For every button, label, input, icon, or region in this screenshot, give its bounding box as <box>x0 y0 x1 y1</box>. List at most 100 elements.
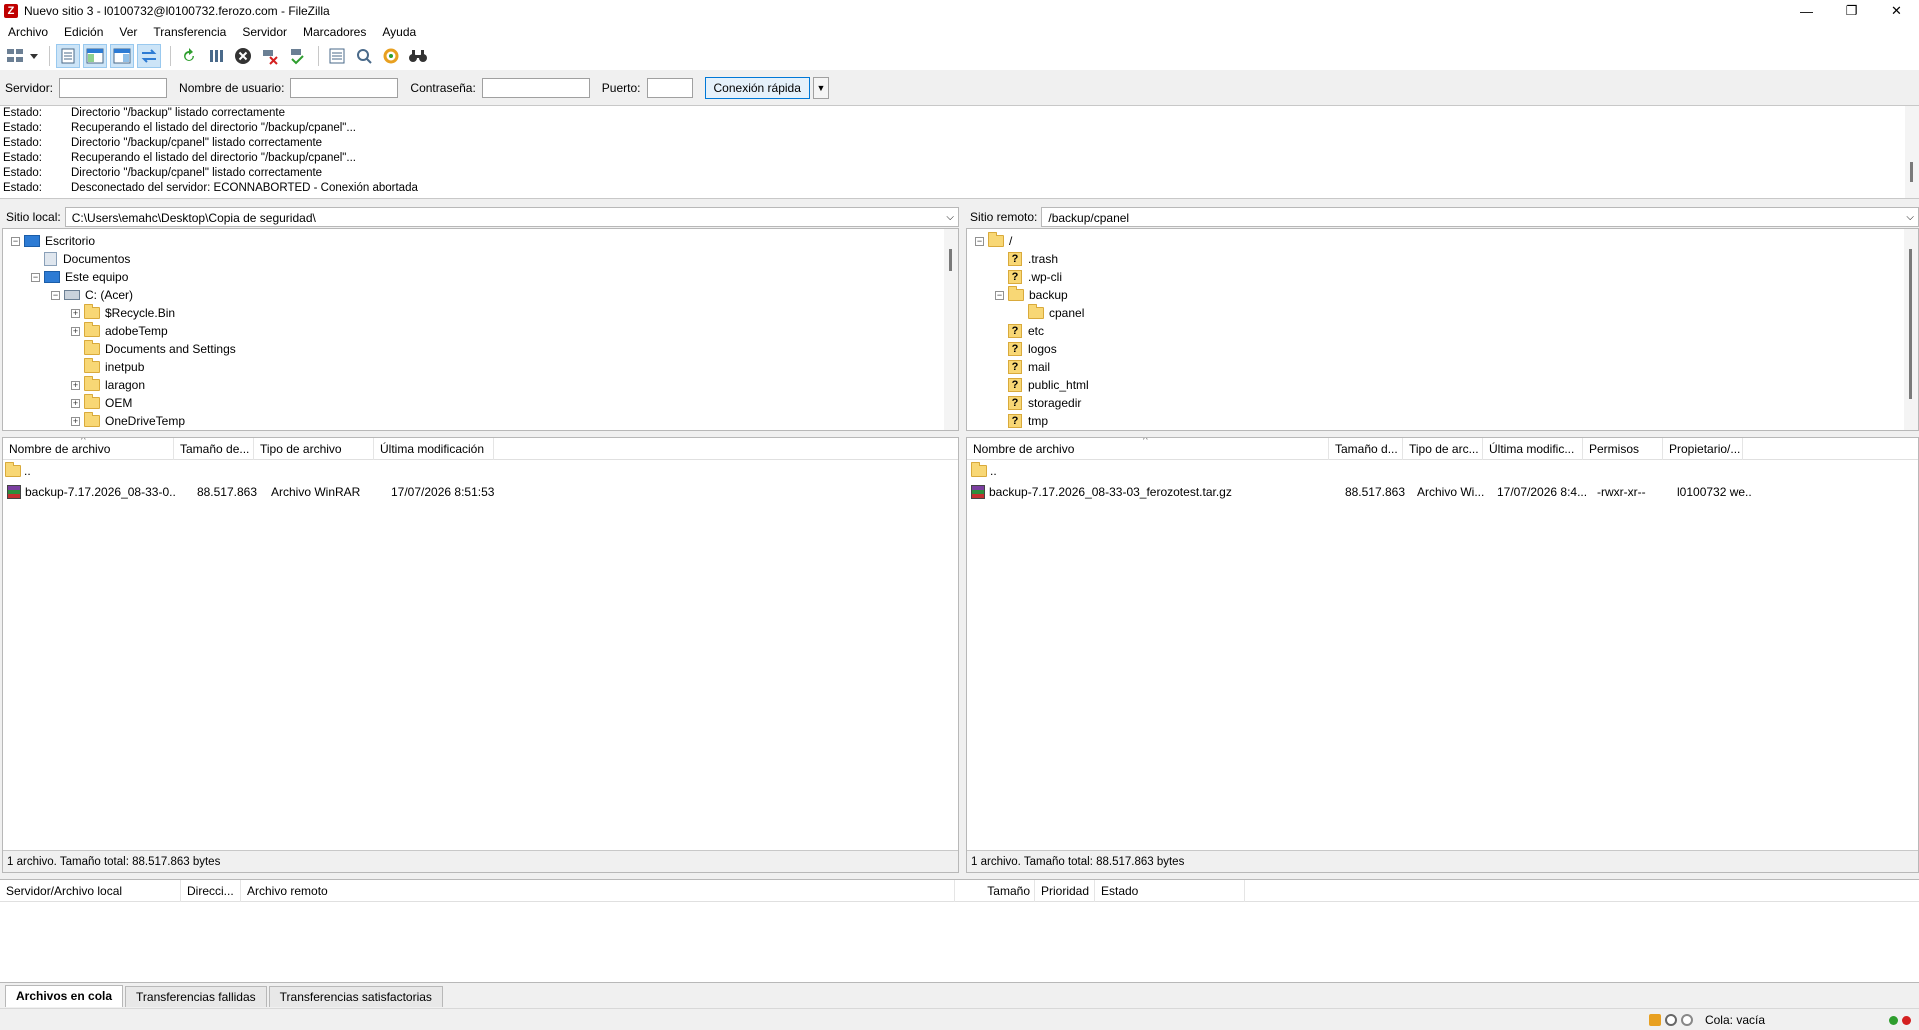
toggle-queue-icon[interactable] <box>137 44 161 68</box>
remote-tree-item[interactable]: ? .trash <box>967 250 1918 268</box>
message-log[interactable]: Estado: Directorio "/backup" listado corr… <box>0 105 1919 199</box>
filter-icon[interactable] <box>325 44 349 68</box>
collapse-icon[interactable]: − <box>51 290 60 300</box>
collapse-icon[interactable]: − <box>975 236 984 246</box>
remote-tree-item[interactable]: − / <box>967 232 1918 250</box>
local-tree-item[interactable]: + laragon <box>3 376 958 394</box>
local-path-input[interactable]: C:\Users\emahc\Desktop\Copia de segurida… <box>65 207 959 228</box>
remote-tree-item[interactable]: − backup <box>967 286 1918 304</box>
local-tree-item[interactable]: + $Recycle.Bin <box>3 304 958 322</box>
refresh-icon[interactable] <box>177 44 201 68</box>
local-tree-item[interactable]: Documents and Settings <box>3 340 958 358</box>
local-tree-item[interactable]: inetpub <box>3 358 958 376</box>
tab-successful-transfers[interactable]: Transferencias satisfactorias <box>268 986 443 1007</box>
queue-col-direction[interactable]: Direcci... <box>181 880 241 902</box>
quickconnect-dropdown-button[interactable]: ▼ <box>812 77 829 99</box>
local-tree-item[interactable]: Documentos <box>3 250 958 268</box>
username-input[interactable] <box>290 78 399 98</box>
tab-queued-files[interactable]: Archivos en cola <box>5 985 124 1007</box>
remote-list-item[interactable]: backup-7.17.2026_08-33-03_ferozotest.tar… <box>971 483 1751 501</box>
remote-col-name[interactable]: Nombre de archivo ^ <box>967 438 1329 460</box>
toggle-remote-tree-icon[interactable] <box>110 44 134 68</box>
remote-tree-scrollbar[interactable] <box>1904 229 1918 430</box>
remote-path-dropdown-icon[interactable]: ⌵ <box>1906 208 1914 228</box>
search-icon[interactable] <box>406 44 430 68</box>
remote-tree-item[interactable]: ? logos <box>967 340 1918 358</box>
speed-limit-icon[interactable] <box>1680 1014 1693 1026</box>
port-input[interactable] <box>646 78 693 98</box>
queue-col-status[interactable]: Estado <box>1095 880 1245 902</box>
disconnect-icon[interactable] <box>258 44 282 68</box>
remote-col-modified[interactable]: Última modific... <box>1483 438 1583 460</box>
local-col-size[interactable]: Tamaño de... <box>174 438 254 460</box>
remote-col-size[interactable]: Tamaño d... <box>1329 438 1403 460</box>
menu-ayuda[interactable]: Ayuda <box>374 25 424 39</box>
process-queue-icon[interactable] <box>204 44 228 68</box>
remote-tree-item[interactable]: ? mail <box>967 358 1918 376</box>
tab-failed-transfers[interactable]: Transferencias fallidas <box>125 986 267 1007</box>
toggle-local-tree-icon[interactable] <box>83 44 107 68</box>
collapse-icon[interactable]: − <box>11 236 20 246</box>
expand-icon[interactable]: + <box>71 398 80 408</box>
minimize-button[interactable]: — <box>1784 0 1829 22</box>
menu-archivo[interactable]: Archivo <box>0 25 56 39</box>
local-tree-item[interactable]: − Este equipo <box>3 268 958 286</box>
queue-col-local[interactable]: Servidor/Archivo local <box>0 880 181 902</box>
local-status-text: 1 archivo. Tamaño total: 88.517.863 byte… <box>3 850 958 872</box>
collapse-icon[interactable]: − <box>31 272 40 282</box>
queue-col-remote[interactable]: Archivo remoto <box>241 880 955 902</box>
remote-tree[interactable]: − /? .trash? .wp-cli − backup cpanel? etc? logos… <box>966 228 1919 431</box>
close-button[interactable]: ✕ <box>1874 0 1919 22</box>
password-input[interactable] <box>481 78 590 98</box>
maximize-button[interactable]: ❐ <box>1829 0 1874 22</box>
host-input[interactable] <box>59 78 168 98</box>
expand-icon[interactable]: + <box>71 308 80 318</box>
expand-icon[interactable]: + <box>71 326 80 336</box>
local-tree-item[interactable]: + adobeTemp <box>3 322 958 340</box>
remote-col-type[interactable]: Tipo de arc... <box>1403 438 1483 460</box>
local-path-dropdown-icon[interactable]: ⌵ <box>946 208 954 228</box>
expand-icon[interactable]: + <box>71 380 80 390</box>
remote-tree-item[interactable]: cpanel <box>967 304 1918 322</box>
reconnect-icon[interactable] <box>285 44 309 68</box>
log-scrollbar[interactable] <box>1905 106 1919 198</box>
collapse-icon[interactable]: − <box>995 290 1004 300</box>
remote-path-input[interactable]: /backup/cpanel ⌵ <box>1042 207 1919 227</box>
compare-icon[interactable] <box>352 44 376 68</box>
queue-col-size[interactable]: Tamaño <box>955 880 1035 902</box>
local-tree[interactable]: − Escritorio Documentos − Este equipo − C: (Ac… <box>2 228 959 431</box>
local-tree-item[interactable]: + OEM <box>3 394 958 412</box>
remote-tree-item[interactable]: ? etc <box>967 322 1918 340</box>
sync-browse-icon[interactable] <box>379 44 403 68</box>
remote-col-permissions[interactable]: Permisos <box>1583 438 1663 460</box>
remote-col-owner[interactable]: Propietario/... <box>1663 438 1743 460</box>
local-tree-scrollbar[interactable] <box>944 229 958 430</box>
queue-col-priority[interactable]: Prioridad <box>1035 880 1095 902</box>
local-tree-item[interactable]: − C: (Acer) <box>3 286 958 304</box>
quickconnect-button[interactable]: Conexión rápida <box>704 77 810 99</box>
remote-tree-item[interactable]: ? storagedir <box>967 394 1918 412</box>
site-manager-icon[interactable] <box>4 44 40 68</box>
local-list-item[interactable]: .. <box>5 462 174 480</box>
remote-list-item[interactable]: .. <box>971 462 1140 480</box>
remote-tree-item[interactable]: ? public_html <box>967 376 1918 394</box>
menu-ver[interactable]: Ver <box>111 25 145 39</box>
menu-transferencia[interactable]: Transferencia <box>145 25 234 39</box>
menu-marcadores[interactable]: Marcadores <box>295 25 374 39</box>
local-tree-item[interactable]: − Escritorio <box>3 232 958 250</box>
remote-file-list[interactable]: Nombre de archivo ^ Tamaño d... Tipo de a… <box>966 437 1919 873</box>
menu-servidor[interactable]: Servidor <box>234 25 295 39</box>
expand-icon[interactable]: + <box>71 416 80 426</box>
toggle-log-icon[interactable] <box>56 44 80 68</box>
local-col-type[interactable]: Tipo de archivo <box>254 438 374 460</box>
local-list-item[interactable]: backup-7.17.2026_08-33-0... 88.517.863 A… <box>7 483 505 501</box>
transfer-queue[interactable]: Servidor/Archivo local Direcci... Archiv… <box>0 879 1919 983</box>
local-file-list[interactable]: Nombre de archivo ^ Tamaño de... Tipo de … <box>2 437 959 873</box>
local-col-modified[interactable]: Última modificación <box>374 438 494 460</box>
cancel-icon[interactable] <box>231 44 255 68</box>
menu-edicion[interactable]: Edición <box>56 25 111 39</box>
local-col-name[interactable]: Nombre de archivo ^ <box>3 438 174 460</box>
remote-tree-item[interactable]: ? tmp <box>967 412 1918 430</box>
local-tree-item[interactable]: + OneDriveTemp <box>3 412 958 430</box>
remote-tree-item[interactable]: ? .wp-cli <box>967 268 1918 286</box>
